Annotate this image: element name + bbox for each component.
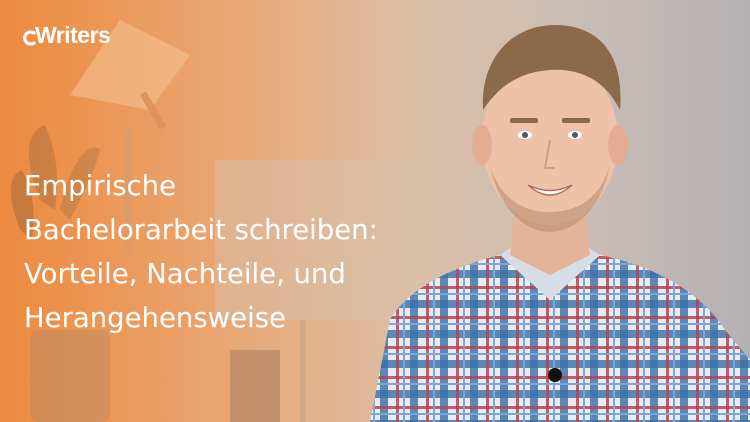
video-thumbnail: Writers Empirische Bachelorarbeit schrei… (0, 0, 750, 422)
logo-text: Writers (35, 22, 111, 48)
c-brand-mark-icon (22, 28, 36, 46)
lapel-mic-icon (548, 368, 562, 382)
cwriters-logo: Writers (22, 22, 111, 49)
presenter-photo (370, 25, 750, 422)
